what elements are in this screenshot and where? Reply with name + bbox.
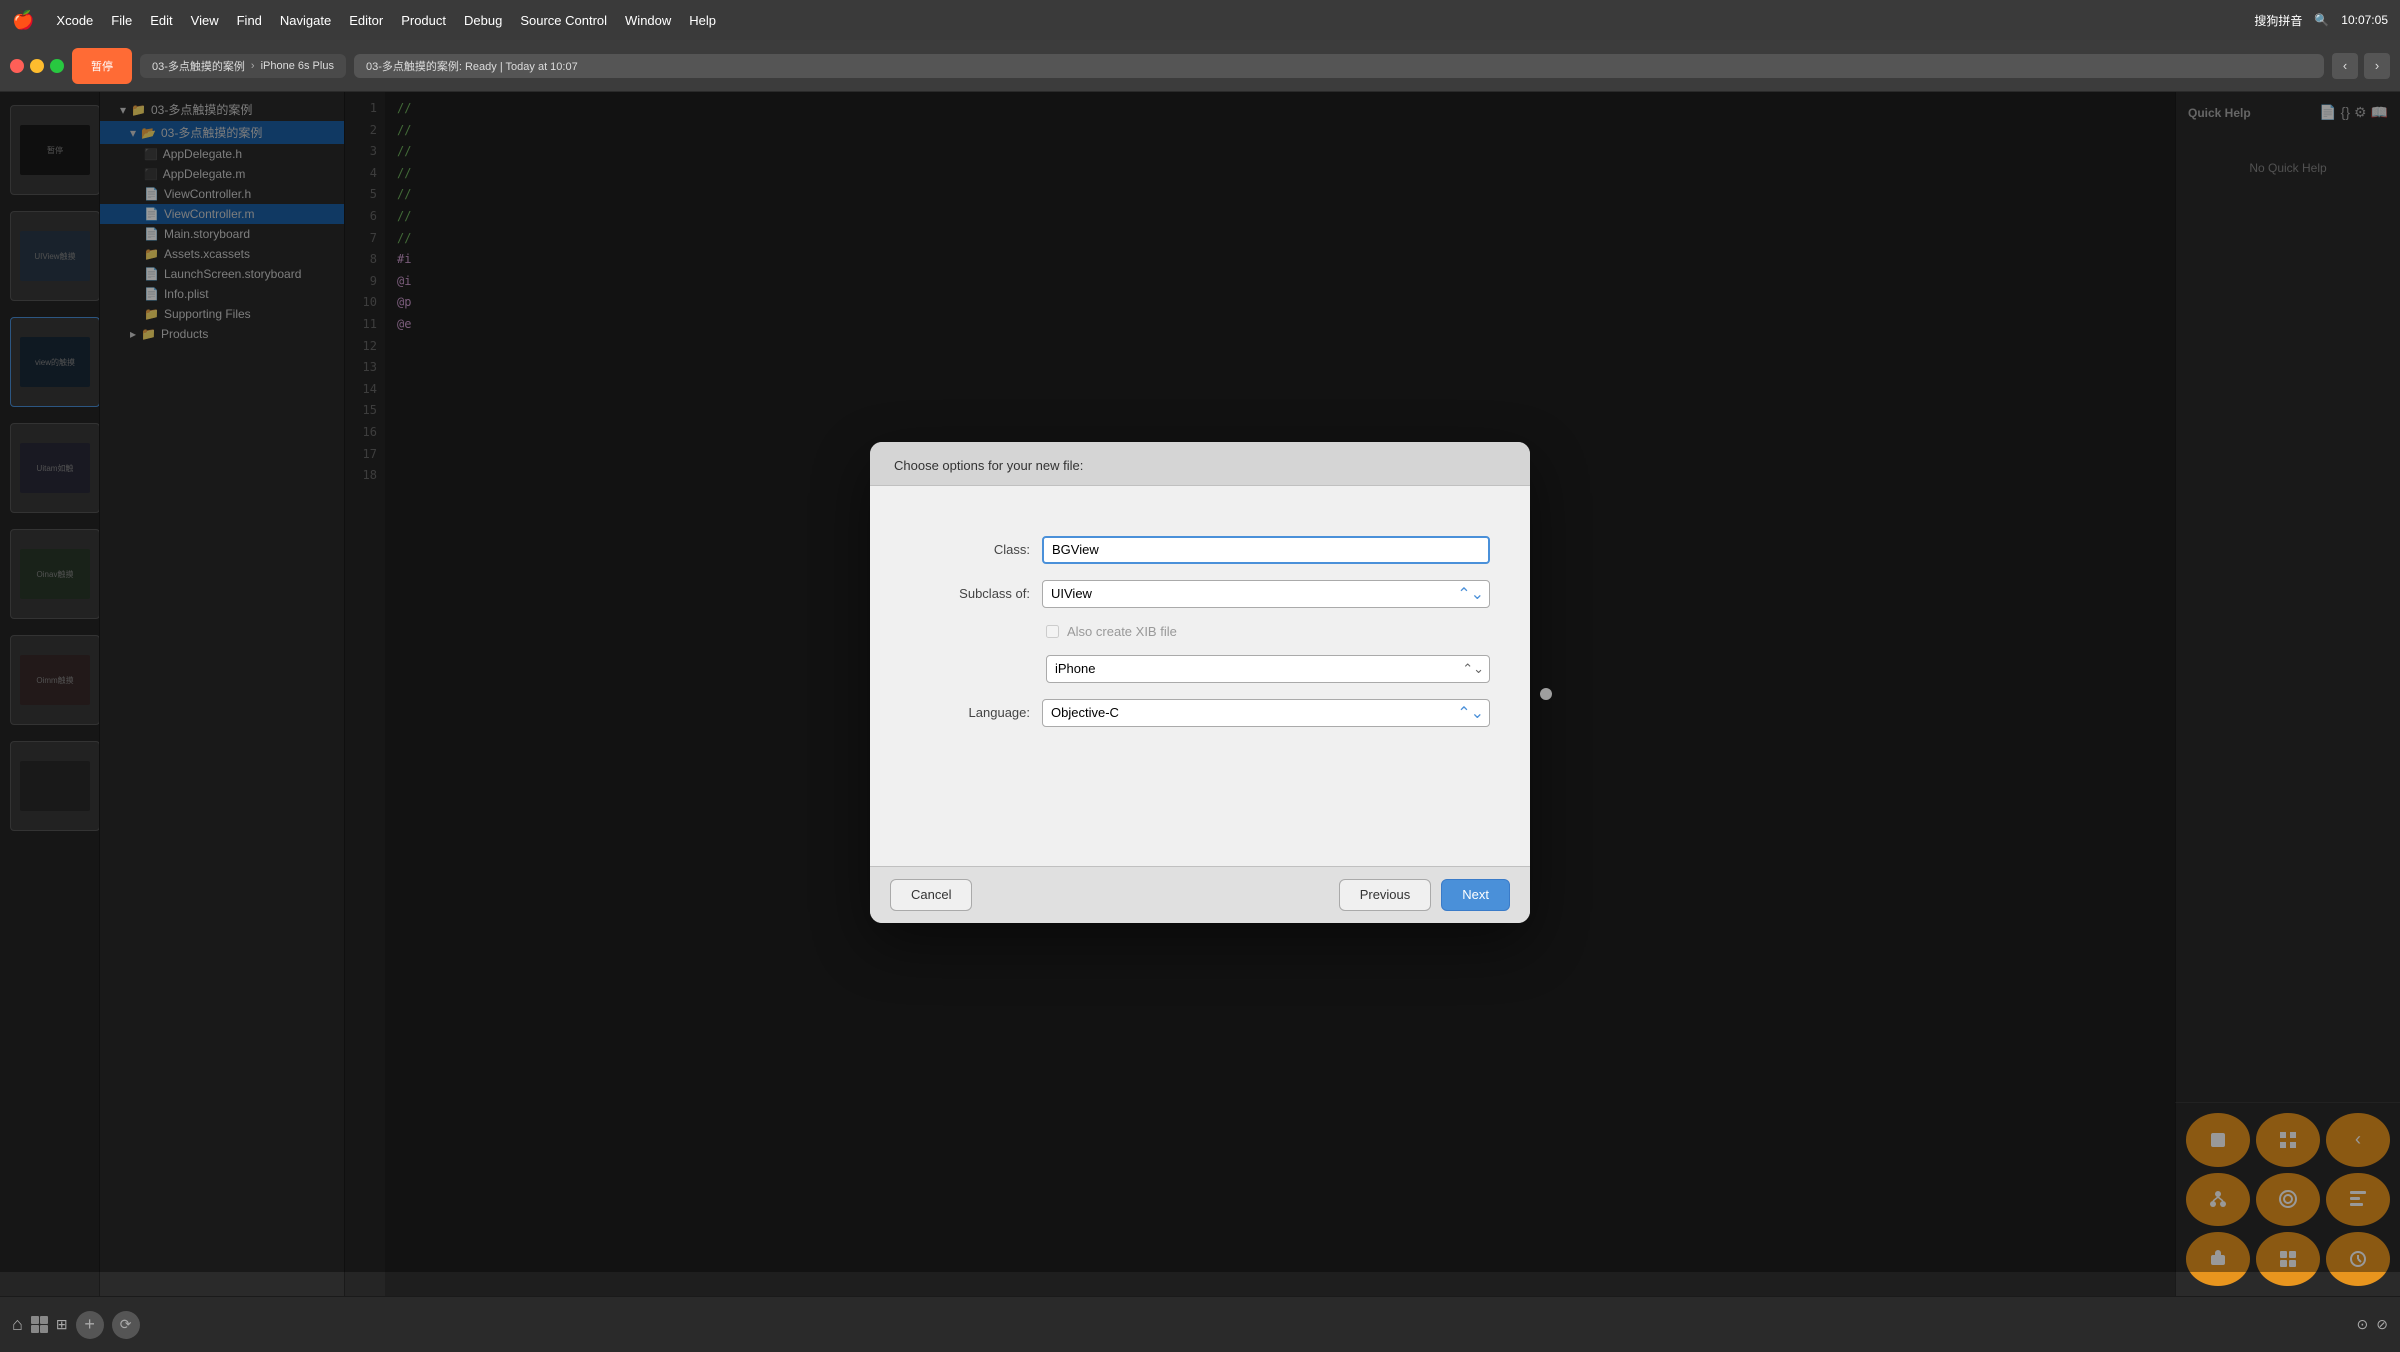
modal-title: Choose options for your new file:	[894, 458, 1083, 473]
project-name: 03-多点触摸的案例	[152, 58, 245, 74]
bottom-icon-2[interactable]: ⊘	[2376, 1316, 2388, 1333]
xib-checkbox-row: Also create XIB file	[1046, 624, 1490, 639]
menu-edit[interactable]: Edit	[150, 13, 172, 28]
subclass-row: Subclass of: UIView ⌃⌄	[910, 580, 1490, 608]
bottom-right-controls: ⊙ ⊘	[2357, 1316, 2388, 1333]
search-icon[interactable]: 🔍	[2314, 13, 2329, 27]
modal-overlay: Choose options for your new file: Class:…	[0, 92, 2400, 1272]
language-select[interactable]: Objective-C	[1042, 699, 1490, 727]
language-label: Language:	[910, 705, 1030, 720]
cancel-button[interactable]: Cancel	[890, 879, 972, 911]
toolbar-right-buttons: ‹ ›	[2332, 53, 2390, 79]
menu-navigate[interactable]: Navigate	[280, 13, 331, 28]
menu-help[interactable]: Help	[689, 13, 716, 28]
menubar: 🍎 Xcode File Edit View Find Navigate Edi…	[0, 0, 2400, 40]
stop-label: 暂停	[91, 58, 113, 74]
main-toolbar: 暂停 03-多点触摸的案例 › iPhone 6s Plus 03-多点触摸的案…	[0, 40, 2400, 92]
window-controls	[10, 59, 64, 73]
bottom-icon-grid[interactable]	[31, 1316, 48, 1333]
modal-header: Choose options for your new file:	[870, 442, 1530, 486]
bottom-icon-home[interactable]: ⌂	[12, 1314, 23, 1335]
bottom-icon-1[interactable]: ⊙	[2357, 1316, 2369, 1333]
add-file-button[interactable]: +	[76, 1311, 104, 1339]
menubar-right: 搜狗拼音 🔍 10:07:05	[2254, 12, 2388, 29]
class-label: Class:	[910, 542, 1030, 557]
subclass-label: Subclass of:	[910, 586, 1030, 601]
device-select[interactable]: iPhone	[1046, 655, 1490, 683]
menu-xcode[interactable]: Xcode	[56, 13, 93, 28]
clock: 10:07:05	[2341, 13, 2388, 27]
minimize-button[interactable]	[30, 59, 44, 73]
apple-menu[interactable]: 🍎	[12, 10, 34, 31]
device-row: iPhone ⌃⌄	[1046, 655, 1490, 683]
bottom-status[interactable]: ⟳	[112, 1311, 140, 1339]
scheme-selector[interactable]: 03-多点触摸的案例 › iPhone 6s Plus	[140, 54, 346, 78]
menu-find[interactable]: Find	[237, 13, 262, 28]
ime-indicator[interactable]: 搜狗拼音	[2254, 12, 2302, 29]
menu-editor[interactable]: Editor	[349, 13, 383, 28]
bottom-icon-panel[interactable]: ⊞	[56, 1316, 68, 1333]
xib-checkbox-label: Also create XIB file	[1067, 624, 1177, 639]
menu-view[interactable]: View	[191, 13, 219, 28]
menu-debug[interactable]: Debug	[464, 13, 502, 28]
class-row: Class:	[910, 536, 1490, 564]
menu-file[interactable]: File	[111, 13, 132, 28]
close-button[interactable]	[10, 59, 24, 73]
menu-product[interactable]: Product	[401, 13, 446, 28]
previous-button[interactable]: Previous	[1339, 879, 1432, 911]
stop-button[interactable]: 暂停	[72, 48, 132, 84]
device-selector: iPhone 6s Plus	[261, 60, 334, 72]
menu-window[interactable]: Window	[625, 13, 671, 28]
new-file-dialog: Choose options for your new file: Class:…	[870, 442, 1530, 923]
subclass-select[interactable]: UIView	[1042, 580, 1490, 608]
bottom-toolbar: ⌂ ⊞ + ⟳ ⊙ ⊘	[0, 1296, 2400, 1352]
status-display: 03-多点触摸的案例: Ready | Today at 10:07	[354, 54, 2324, 78]
nav-forward-button[interactable]: ›	[2364, 53, 2390, 79]
next-button[interactable]: Next	[1441, 879, 1510, 911]
xib-checkbox[interactable]	[1046, 625, 1059, 638]
class-input[interactable]	[1042, 536, 1490, 564]
nav-back-button[interactable]: ‹	[2332, 53, 2358, 79]
language-row: Language: Objective-C ⌃⌄	[910, 699, 1490, 727]
menu-source-control[interactable]: Source Control	[520, 13, 607, 28]
maximize-button[interactable]	[50, 59, 64, 73]
modal-body: Class: Subclass of: UIView ⌃⌄ Also creat…	[870, 486, 1530, 866]
modal-footer: Cancel Previous Next	[870, 866, 1530, 923]
